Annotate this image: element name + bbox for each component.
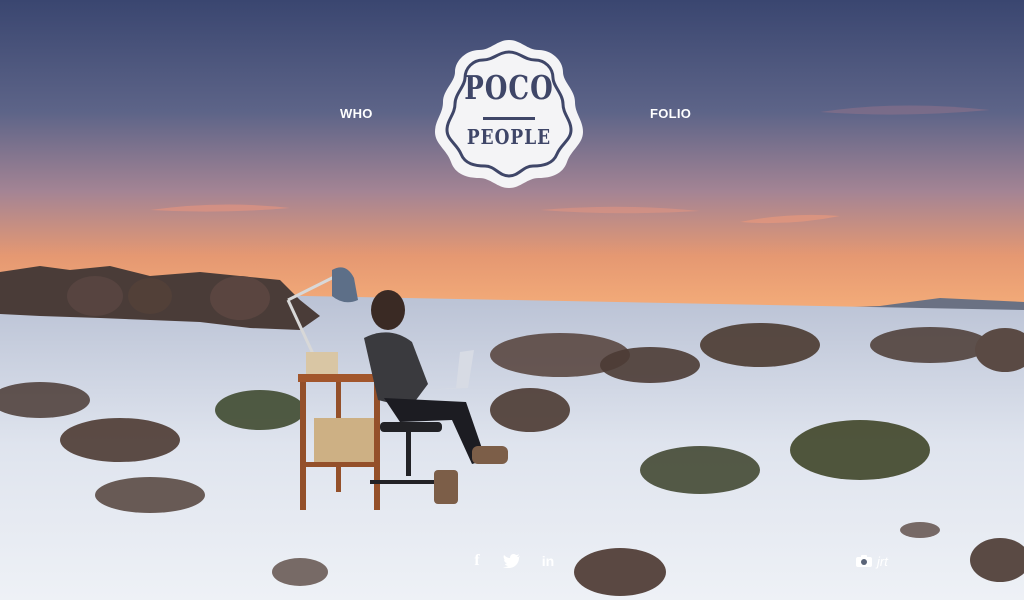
- linkedin-icon[interactable]: in: [540, 552, 556, 570]
- nav-who-link[interactable]: WHO: [340, 106, 373, 121]
- logo-badge-shape: [435, 40, 583, 188]
- poco-people-logo[interactable]: POCO PEOPLE: [431, 36, 587, 192]
- logo-word-poco: POCO: [464, 70, 554, 108]
- facebook-icon[interactable]: f: [470, 552, 484, 570]
- photo-credit: jrt: [856, 552, 888, 570]
- logo-word-people: PEOPLE: [466, 126, 552, 150]
- camera-icon: [856, 555, 872, 567]
- logo-divider: [483, 117, 535, 120]
- photo-credit-text: jrt: [877, 553, 888, 569]
- nav-folio-link[interactable]: FOLIO: [650, 106, 691, 121]
- twitter-icon[interactable]: [502, 552, 522, 570]
